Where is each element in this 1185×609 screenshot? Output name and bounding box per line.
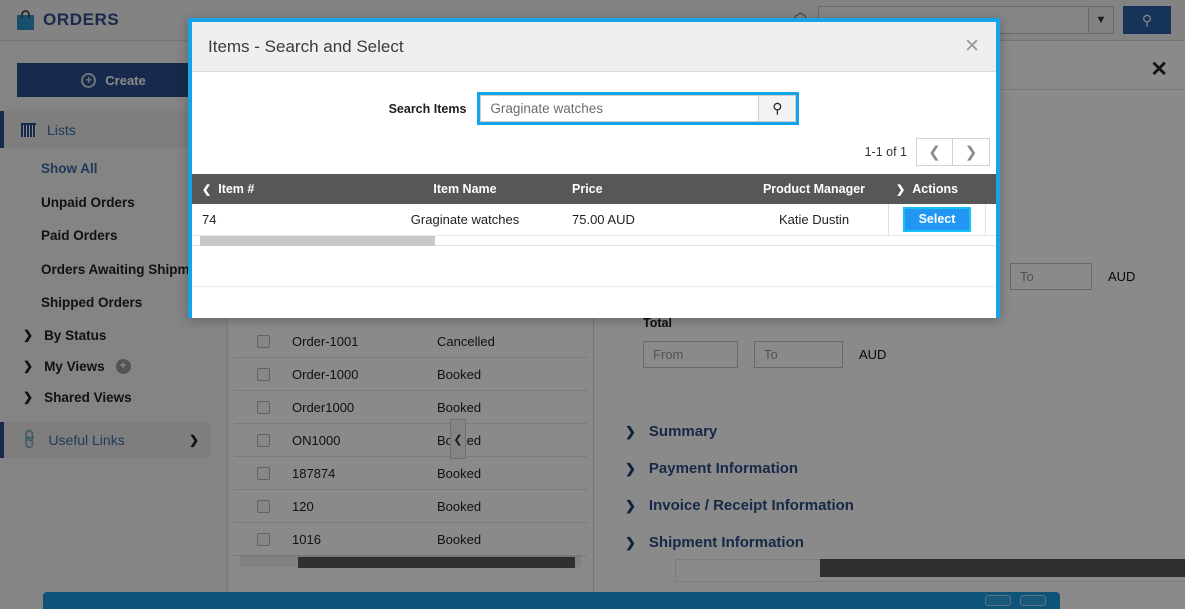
close-icon[interactable]: ✕	[964, 37, 980, 56]
cell-product-manager: Katie Dustin	[778, 212, 850, 227]
scrollbar-thumb[interactable]	[200, 236, 435, 246]
column-label: Price	[572, 182, 603, 196]
chevron-left-icon: ❮	[928, 144, 941, 161]
column-header-product-manager[interactable]: Product Manager	[740, 174, 888, 204]
items-search-select-dialog: Items - Search and Select ✕ Search Items…	[188, 18, 1000, 318]
column-header-item-name[interactable]: Item Name	[372, 174, 558, 204]
cell-price: 75.00 AUD	[572, 212, 635, 227]
search-items-label: Search Items	[388, 101, 467, 116]
column-label: Product Manager	[762, 182, 866, 196]
select-button[interactable]: Select	[902, 206, 972, 233]
dialog-title: Items - Search and Select	[208, 36, 404, 56]
column-label: Item #	[218, 182, 255, 196]
column-header-item-number[interactable]: ❮ Item #	[192, 174, 372, 204]
column-header-price[interactable]: Price	[558, 174, 740, 204]
chevron-right-icon[interactable]: ❯	[896, 183, 905, 196]
search-items-row: Search Items ⚲	[192, 72, 996, 125]
pagination-next-button[interactable]: ❯	[953, 138, 990, 166]
column-header-actions[interactable]: ❯ Actions	[888, 174, 986, 204]
table-horizontal-scrollbar[interactable]	[192, 236, 996, 246]
dialog-header: Items - Search and Select ✕	[192, 22, 996, 72]
cell-actions: Select	[888, 203, 986, 236]
column-label: Item Name	[433, 182, 497, 196]
chevron-right-icon: ❯	[964, 144, 978, 161]
search-input-wrapper: ⚲	[477, 92, 800, 125]
divider	[192, 286, 996, 287]
items-table: ❮ Item # Item Name Price Product Manager…	[192, 174, 996, 246]
cell-item-name: Graginate watches	[410, 212, 520, 227]
pagination-count: 1-1 of 1	[864, 145, 907, 159]
cell-item-number: 74	[202, 212, 217, 227]
pagination-prev-button[interactable]: ❮	[916, 138, 953, 166]
column-label: Actions	[912, 182, 959, 196]
dialog-body: Search Items ⚲ 1-1 of 1 ❮ ❯ ❮ Item #	[192, 72, 996, 318]
chevron-left-icon[interactable]: ❮	[202, 183, 211, 196]
pagination: 1-1 of 1 ❮ ❯	[192, 125, 996, 166]
table-header-row: ❮ Item # Item Name Price Product Manager…	[192, 174, 996, 204]
table-row[interactable]: 74 Graginate watches 75.00 AUD Katie Dus…	[192, 203, 996, 236]
search-input[interactable]	[480, 95, 759, 122]
search-icon[interactable]: ⚲	[758, 95, 797, 122]
